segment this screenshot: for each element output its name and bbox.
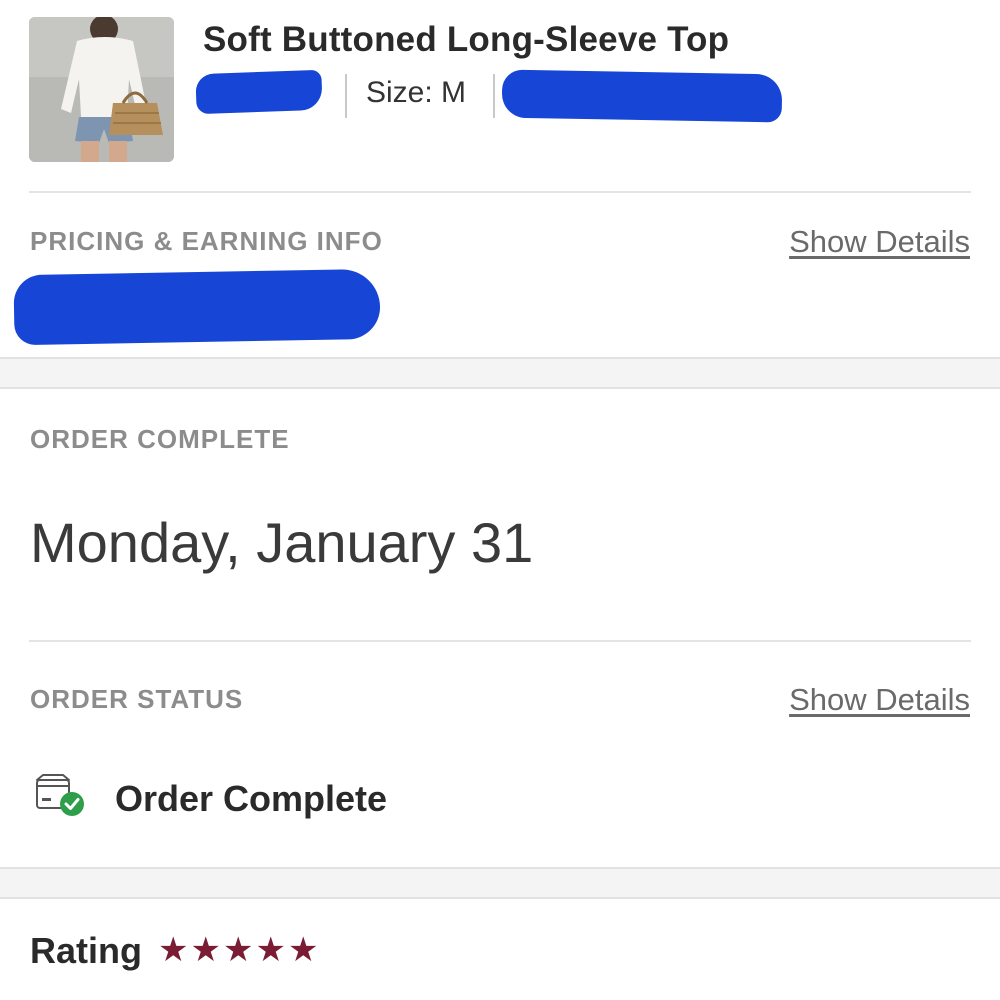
- order-status-show-details-link[interactable]: Show Details: [789, 682, 970, 718]
- order-status-text: Order Complete: [115, 778, 388, 819]
- star-icon[interactable]: ★: [255, 932, 285, 968]
- product-meta-row: Size: M: [195, 66, 796, 126]
- product-summary: Soft Buttoned Long-Sleeve Top Size: M: [0, 0, 1000, 192]
- order-status-heading: ORDER STATUS: [30, 684, 244, 714]
- redacted-block: [501, 69, 783, 123]
- package-check-icon: [34, 772, 88, 818]
- order-complete-heading: ORDER COMPLETE: [30, 424, 290, 454]
- order-detail-page: Soft Buttoned Long-Sleeve Top Size: M PR…: [0, 0, 1000, 1000]
- section-gap: [0, 867, 1000, 899]
- star-icon[interactable]: ★: [288, 932, 318, 968]
- section-gap: [0, 357, 1000, 389]
- order-complete-date: Monday, January 31: [30, 511, 534, 574]
- meta-divider: [493, 74, 495, 118]
- star-icon[interactable]: ★: [223, 932, 253, 968]
- redacted-block: [13, 268, 381, 346]
- rating-stars[interactable]: ★★★★★: [158, 932, 320, 968]
- rating-label: Rating: [30, 930, 142, 971]
- product-image[interactable]: [29, 17, 174, 162]
- section-divider: [29, 640, 971, 642]
- size-label: Size: M: [366, 76, 467, 109]
- product-photo-icon: [29, 17, 174, 162]
- pricing-heading: PRICING & EARNING INFO: [30, 226, 383, 256]
- redacted-block: [195, 69, 323, 115]
- star-icon[interactable]: ★: [190, 932, 220, 968]
- meta-divider: [345, 74, 347, 118]
- product-title: Soft Buttoned Long-Sleeve Top: [203, 20, 730, 59]
- section-divider: [29, 191, 971, 193]
- star-icon[interactable]: ★: [158, 932, 188, 968]
- pricing-show-details-link[interactable]: Show Details: [789, 224, 970, 260]
